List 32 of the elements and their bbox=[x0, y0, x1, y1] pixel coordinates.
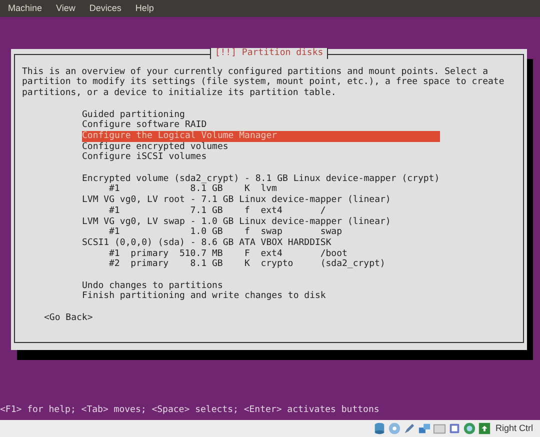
device-row[interactable]: Encrypted volume (sda2_crypt) - 8.1 GB Linux device-mapper (crypt) bbox=[82, 174, 516, 184]
device-row[interactable]: LVM VG vg0, LV root - 7.1 GB Linux device-mapper (linear) bbox=[82, 195, 516, 206]
menu-item[interactable]: Devices bbox=[89, 2, 122, 16]
dialog-title: [!!] Partition disks bbox=[210, 48, 328, 59]
menu-item[interactable]: Help bbox=[135, 2, 154, 16]
host-key-label: Right Ctrl bbox=[495, 422, 533, 435]
menu-item[interactable]: Machine bbox=[8, 2, 42, 16]
pen-icon[interactable] bbox=[403, 422, 416, 435]
partition-row[interactable]: #1 8.1 GB K lvm bbox=[82, 184, 516, 196]
partition-row[interactable]: #1 1.0 GB f swap swap bbox=[82, 227, 516, 238]
intro-text: partitions, or a device to initialize its partition table. bbox=[22, 88, 338, 99]
menu-option[interactable]: Guided partitioning bbox=[82, 110, 440, 120]
intro-text: partition to modify its settings (file system, mount point, etc.), a free space to create bbox=[22, 77, 506, 88]
go-back-button[interactable]: <Go Back> bbox=[44, 312, 93, 324]
intro-text: This is an overview of your currently configured partitions and mount points. Select a bbox=[22, 66, 489, 77]
menu-option[interactable]: Undo changes to partitions bbox=[82, 280, 516, 292]
menu-item[interactable]: View bbox=[56, 2, 76, 16]
partition-row[interactable]: #1 7.1 GB f ext4 / bbox=[82, 206, 516, 217]
device-row[interactable]: LVM VG vg0, LV swap - 1.0 GB Linux device-mapper (linear) bbox=[82, 216, 516, 228]
help-line: <F1> for help; <Tab> moves; <Space> selects; <Enter> activates buttons bbox=[0, 405, 380, 418]
arrow-box-icon[interactable] bbox=[478, 422, 492, 435]
device-row[interactable]: SCSI1 (0,0,0) (sda) - 8.6 GB ATA VBOX HARDDISK bbox=[82, 238, 516, 249]
menu-option[interactable]: Configure software RAID bbox=[82, 120, 440, 131]
network-icon[interactable] bbox=[418, 422, 432, 435]
globe-icon[interactable] bbox=[463, 422, 476, 435]
menu-option[interactable]: Finish partitioning and write changes to disk bbox=[82, 291, 516, 302]
partition-row[interactable]: #1 primary 510.7 MB F ext4 /boot bbox=[82, 248, 516, 260]
partition-row[interactable]: #2 primary 8.1 GB K crypto (sda2_crypt) bbox=[82, 259, 516, 270]
menu-option[interactable]: Configure encrypted volumes bbox=[82, 142, 440, 152]
menu-option[interactable]: Configure iSCSI volumes bbox=[82, 152, 440, 164]
window-icon[interactable] bbox=[448, 422, 462, 435]
disc-icon[interactable] bbox=[388, 422, 402, 435]
